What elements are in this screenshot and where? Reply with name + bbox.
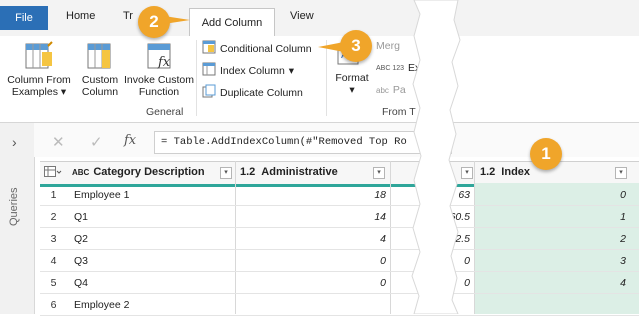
row-number[interactable]: 5: [40, 277, 67, 289]
column-header-category-label: Category Description: [93, 166, 205, 178]
index-column-label: Index Column: [220, 64, 285, 77]
column-header-administrative-label: Administrative: [261, 166, 338, 178]
cell-administrative[interactable]: 18: [240, 189, 386, 201]
invoke-custom-function-button[interactable]: Invoke Custom Function: [122, 74, 196, 98]
tab-transform[interactable]: Tr: [123, 10, 133, 22]
column-divider: [235, 161, 236, 314]
group-general-label: General: [146, 106, 184, 118]
column-divider: [390, 161, 391, 314]
cell-category[interactable]: Q1: [74, 211, 224, 223]
row-number[interactable]: 2: [40, 211, 67, 223]
column-filter-dropdown-icon[interactable]: ▾: [615, 167, 627, 179]
row-divider: [40, 249, 639, 250]
duplicate-column-button[interactable]: Duplicate Column: [202, 84, 303, 101]
queries-label[interactable]: Queries: [8, 187, 20, 226]
parse-button[interactable]: abc Pa: [376, 84, 406, 96]
callout-2-arrow: [164, 16, 190, 24]
column-from-examples-button[interactable]: Column From Examples ▾: [4, 74, 74, 98]
column-header-administrative[interactable]: 1.2 Administrative: [240, 161, 370, 183]
column-filter-dropdown-icon[interactable]: ▾: [220, 167, 232, 179]
row-divider: [40, 205, 639, 206]
row-divider: [40, 227, 639, 228]
format-button[interactable]: Format ▾: [332, 72, 372, 96]
merge-columns-button[interactable]: Merg: [376, 40, 400, 52]
callout-3: 3: [340, 30, 372, 62]
type-decimal-icon: 1.2: [480, 166, 496, 178]
conditional-column-icon: [202, 40, 216, 57]
cell-index[interactable]: 4: [480, 277, 626, 289]
row-number[interactable]: 4: [40, 255, 67, 267]
column-header-index-label: Index: [501, 166, 531, 178]
parse-label: Pa: [392, 84, 406, 96]
cancel-icon[interactable]: ✕: [52, 133, 65, 151]
duplicate-column-icon: [202, 84, 216, 101]
abc-icon: abc: [376, 85, 389, 95]
type-text-icon: ABC: [72, 167, 90, 177]
cell-index[interactable]: 0: [480, 189, 626, 201]
cell-category[interactable]: Employee 2: [74, 299, 224, 311]
cell-index[interactable]: 1: [480, 211, 626, 223]
tab-add-column[interactable]: Add Column: [189, 8, 275, 37]
fx-icon[interactable]: fx: [124, 133, 136, 148]
column-from-examples-icon: [20, 40, 56, 72]
abc123-icon: ABC 123: [376, 64, 405, 72]
table-menu-icon[interactable]: [44, 166, 62, 181]
cell-administrative[interactable]: 14: [240, 211, 386, 223]
custom-column-icon: [84, 40, 116, 72]
row-number[interactable]: 3: [40, 233, 67, 245]
column-from-examples-label: Column From Examples: [7, 74, 71, 98]
tab-home[interactable]: Home: [66, 10, 95, 22]
row-number[interactable]: 1: [40, 189, 67, 201]
tab-view[interactable]: View: [290, 10, 314, 22]
chevron-down-icon: ▾: [288, 64, 295, 77]
cell-category[interactable]: Employee 1: [74, 189, 224, 201]
torn-edge-gap: [411, 0, 461, 314]
cell-administrative[interactable]: 4: [240, 233, 386, 245]
ribbon-separator: [196, 40, 197, 116]
index-column-icon: [202, 62, 216, 79]
cell-index[interactable]: 2: [480, 233, 626, 245]
index-column-button[interactable]: Index Column ▾: [202, 62, 294, 79]
column-header-category[interactable]: ABC Category Description: [72, 161, 234, 183]
conditional-column-label: Conditional Column: [220, 42, 312, 55]
row-divider: [40, 293, 639, 294]
row-number[interactable]: 6: [40, 299, 67, 311]
tab-file[interactable]: File: [0, 6, 48, 30]
invoke-custom-function-icon: fx: [144, 40, 176, 72]
callout-3-arrow: [318, 42, 344, 52]
cell-category[interactable]: Q2: [74, 233, 224, 245]
cell-administrative[interactable]: 0: [240, 277, 386, 289]
type-decimal-icon: 1.2: [240, 166, 256, 178]
conditional-column-button[interactable]: Conditional Column: [202, 40, 312, 57]
confirm-icon[interactable]: ✓: [90, 133, 103, 151]
cell-administrative[interactable]: 0: [240, 255, 386, 267]
column-filter-dropdown-icon[interactable]: ▾: [373, 167, 385, 179]
ribbon-tab-bar: [0, 0, 639, 36]
merge-label: Merg: [376, 40, 400, 52]
svg-text:fx: fx: [157, 55, 171, 70]
format-label: Format: [335, 72, 369, 84]
expand-queries-icon[interactable]: ›: [12, 134, 17, 150]
duplicate-column-label: Duplicate Column: [220, 86, 303, 99]
chevron-down-icon: ▾: [349, 84, 355, 96]
cell-category[interactable]: Q4: [74, 277, 224, 289]
cell-category[interactable]: Q3: [74, 255, 224, 267]
cell-index[interactable]: 3: [480, 255, 626, 267]
row-divider: [40, 271, 639, 272]
custom-column-button[interactable]: Custom Column: [78, 74, 122, 98]
callout-1: 1: [530, 138, 562, 170]
